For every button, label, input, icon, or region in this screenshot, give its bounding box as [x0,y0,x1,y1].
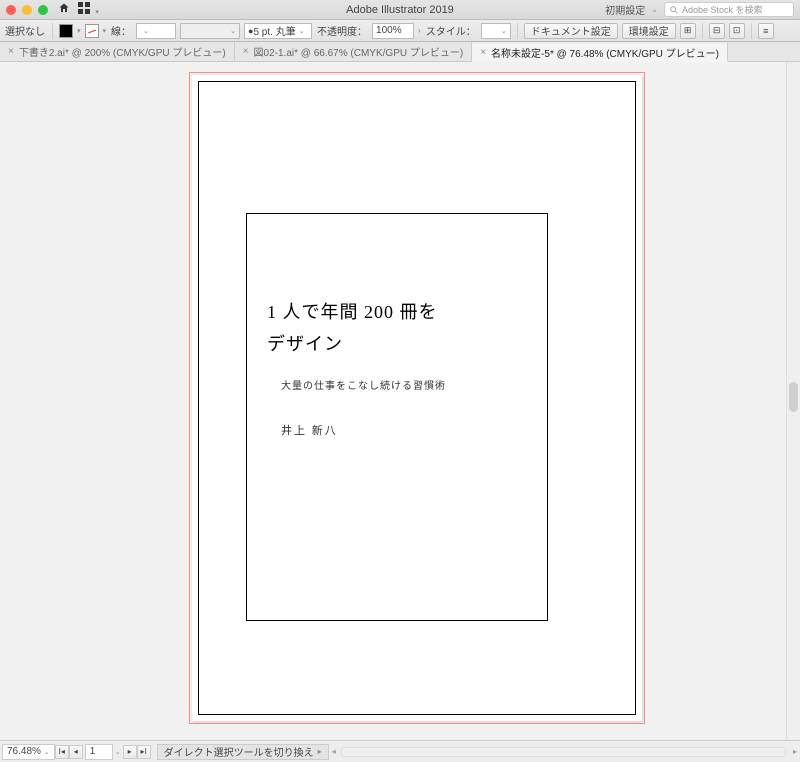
scroll-left-icon[interactable]: ◂ [329,747,339,756]
zoom-level[interactable]: 76.48%⌄ [2,744,55,760]
scroll-right-icon[interactable]: ▸ [790,747,800,756]
separator [52,23,53,39]
canvas-area[interactable]: 1 人で年間 200 冊を デザイン 大量の仕事をこなし続ける習慣術 井上 新八 [0,62,800,740]
artboard-number[interactable]: 1 [85,744,113,760]
transform-x-icon[interactable]: ⊟ [709,23,725,39]
artwork-title-line1[interactable]: 1 人で年間 200 冊を [267,296,527,328]
tab-label: 下書き2.ai* @ 200% (CMYK/GPU プレビュー) [19,44,226,59]
first-artboard-button[interactable]: I◂ [55,745,69,759]
minimize-window-button[interactable] [22,5,32,15]
arrange-documents-icon[interactable]: ▾ [78,2,99,17]
scrollbar-thumb[interactable] [789,382,798,412]
separator [517,23,518,39]
fill-swatch[interactable] [59,24,73,38]
artwork-subtitle[interactable]: 大量の仕事をこなし続ける習慣術 [281,377,527,392]
style-label: スタイル： [425,23,477,39]
close-tab-icon[interactable]: × [8,46,14,57]
close-tab-icon[interactable]: × [480,47,486,58]
opacity-input[interactable]: 100% [372,23,414,39]
tool-hint: ダイレクト選択ツールを切り換え▸ [157,744,329,760]
opacity-label: 不透明度： [316,23,368,39]
separator [702,23,703,39]
preferences-button[interactable]: 環境設定 [622,23,676,39]
window-controls [6,5,48,15]
search-icon [669,5,679,15]
artwork-title-line2[interactable]: デザイン [267,328,527,360]
align-panel-icon[interactable]: ⊞ [680,23,696,39]
stock-search-input[interactable]: Adobe Stock を検索 [664,2,794,17]
graphic-style[interactable]: ⌄ [481,23,511,39]
prev-artboard-button[interactable]: ◂ [69,745,83,759]
more-options-icon[interactable]: ≡ [758,23,774,39]
inner-rectangle[interactable]: 1 人で年間 200 冊を デザイン 大量の仕事をこなし続ける習慣術 井上 新八 [246,213,548,621]
tab-label: 図02-1.ai* @ 66.67% (CMYK/GPU プレビュー) [254,44,464,59]
titlebar: ▾ Adobe Illustrator 2019 初期設定 ⌄ Adobe St… [0,0,800,20]
stroke-label: 線： [110,23,132,39]
status-bar: 76.48%⌄ I◂ ◂ 1 ⌄ ▸ ▸I ダイレクト選択ツールを切り換え▸ ◂… [0,740,800,762]
chevron-down-icon[interactable]: ⌄ [651,5,658,14]
document-setup-button[interactable]: ドキュメント設定 [524,23,618,39]
selection-indicator: 選択なし [4,23,46,39]
workspace-label[interactable]: 初期設定 [605,2,645,17]
close-window-button[interactable] [6,5,16,15]
separator [751,23,752,39]
stroke-swatch[interactable] [85,24,99,38]
control-bar: 選択なし ▾ ▾ 線： ⌄ ⌄ ● 5 pt. 丸筆⌄ 不透明度： 100% ›… [0,20,800,42]
tab-label: 名称未設定-5* @ 76.48% (CMYK/GPU プレビュー) [491,45,719,60]
search-placeholder: Adobe Stock を検索 [682,3,763,16]
document-tab[interactable]: × 名称未設定-5* @ 76.48% (CMYK/GPU プレビュー) [472,43,728,62]
horizontal-scrollbar[interactable] [341,747,786,757]
document-tab[interactable]: × 下書き2.ai* @ 200% (CMYK/GPU プレビュー) [0,42,235,61]
document-tabs: × 下書き2.ai* @ 200% (CMYK/GPU プレビュー) × 図02… [0,42,800,62]
next-artboard-button[interactable]: ▸ [123,745,137,759]
maximize-window-button[interactable] [38,5,48,15]
transform-y-icon[interactable]: ⊡ [729,23,745,39]
brush-definition[interactable]: ● 5 pt. 丸筆⌄ [244,23,312,39]
document-tab[interactable]: × 図02-1.ai* @ 66.67% (CMYK/GPU プレビュー) [235,42,473,61]
vertical-scrollbar[interactable] [786,62,800,740]
close-tab-icon[interactable]: × [243,46,249,57]
stroke-weight-input[interactable]: ⌄ [136,23,176,39]
variable-width-profile[interactable]: ⌄ [180,23,240,39]
artwork-author[interactable]: 井上 新八 [281,422,527,438]
last-artboard-button[interactable]: ▸I [137,745,151,759]
artboard[interactable]: 1 人で年間 200 冊を デザイン 大量の仕事をこなし続ける習慣術 井上 新八 [192,75,642,721]
home-icon[interactable] [58,2,70,17]
